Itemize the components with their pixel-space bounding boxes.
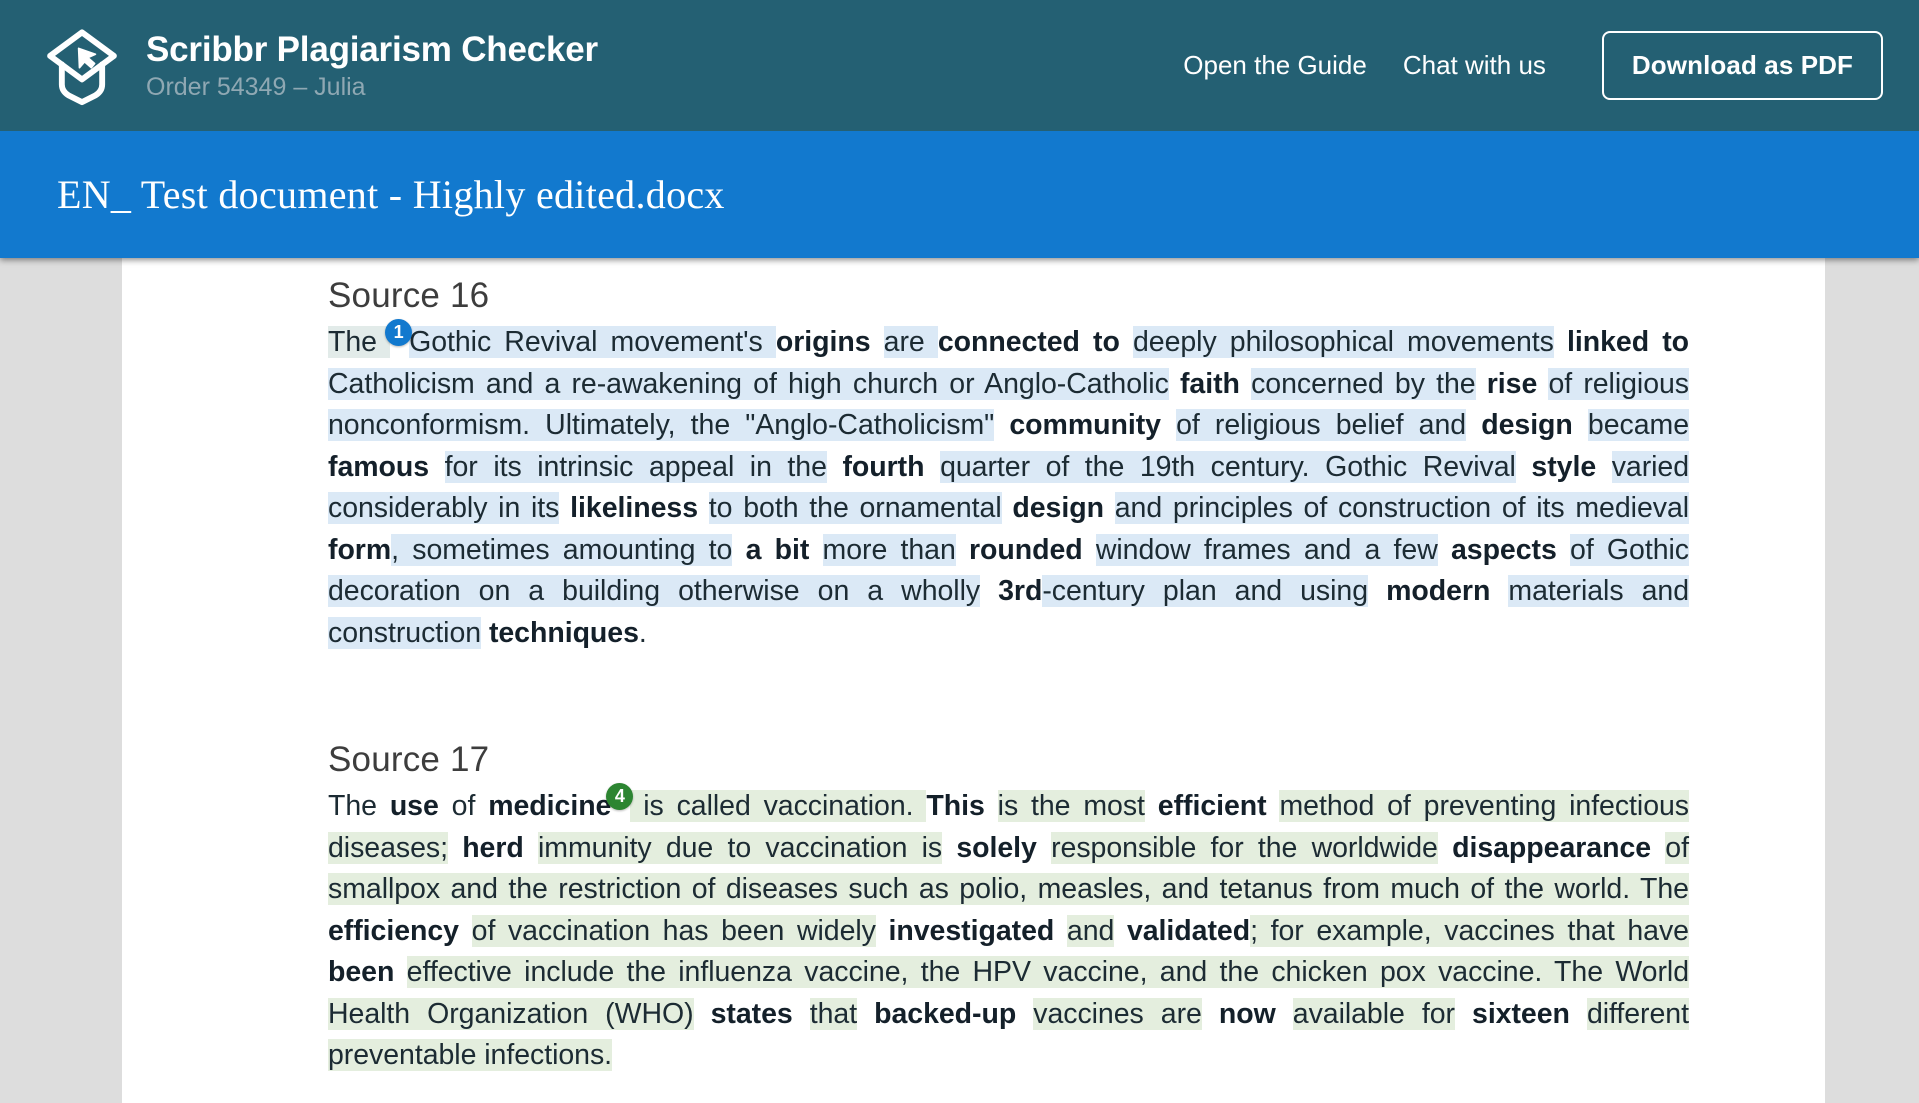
source-paragraph-17: The use of medicine 4 is called vaccinati…: [328, 783, 1689, 1077]
source-block-17: Source 17 The use of medicine 4 is called…: [328, 722, 1718, 1077]
app-header: Scribbr Plagiarism Checker Order 54349 –…: [0, 0, 1919, 131]
graduation-cap-cursor-logo-icon: [47, 28, 117, 105]
source-paragraph-16: The 1 Gothic Revival movement's origins a…: [328, 319, 1689, 654]
nav-open-the-guide[interactable]: Open the Guide: [1165, 40, 1385, 91]
source-block-16: Source 16 The 1 Gothic Revival movement's…: [328, 258, 1718, 654]
brand-block: Scribbr Plagiarism Checker Order 54349 –…: [40, 24, 598, 108]
document-title-bar: EN_ Test document - Highly edited.docx: [0, 131, 1919, 258]
document-content: Source 16 The 1 Gothic Revival movement's…: [122, 258, 1718, 1077]
plagiarism-checker-app: Scribbr Plagiarism Checker Order 54349 –…: [0, 0, 1919, 1103]
source-heading-16: Source 16: [328, 276, 490, 315]
header-nav: Open the Guide Chat with us Download as …: [1165, 31, 1883, 100]
match-badge-1[interactable]: 1: [385, 319, 413, 346]
brand-text: Scribbr Plagiarism Checker Order 54349 –…: [146, 32, 598, 100]
document-filename: EN_ Test document - Highly edited.docx: [57, 172, 725, 217]
document-paper: Source 16 The 1 Gothic Revival movement's…: [122, 258, 1825, 1103]
download-as-pdf-button[interactable]: Download as PDF: [1601, 31, 1883, 100]
nav-chat-with-us[interactable]: Chat with us: [1385, 40, 1564, 91]
source-heading-17: Source 17: [328, 740, 490, 779]
document-scroll-area[interactable]: Source 16 The 1 Gothic Revival movement's…: [0, 258, 1919, 1103]
order-subtitle: Order 54349 – Julia: [146, 72, 366, 101]
app-title: Scribbr Plagiarism Checker: [146, 29, 598, 69]
